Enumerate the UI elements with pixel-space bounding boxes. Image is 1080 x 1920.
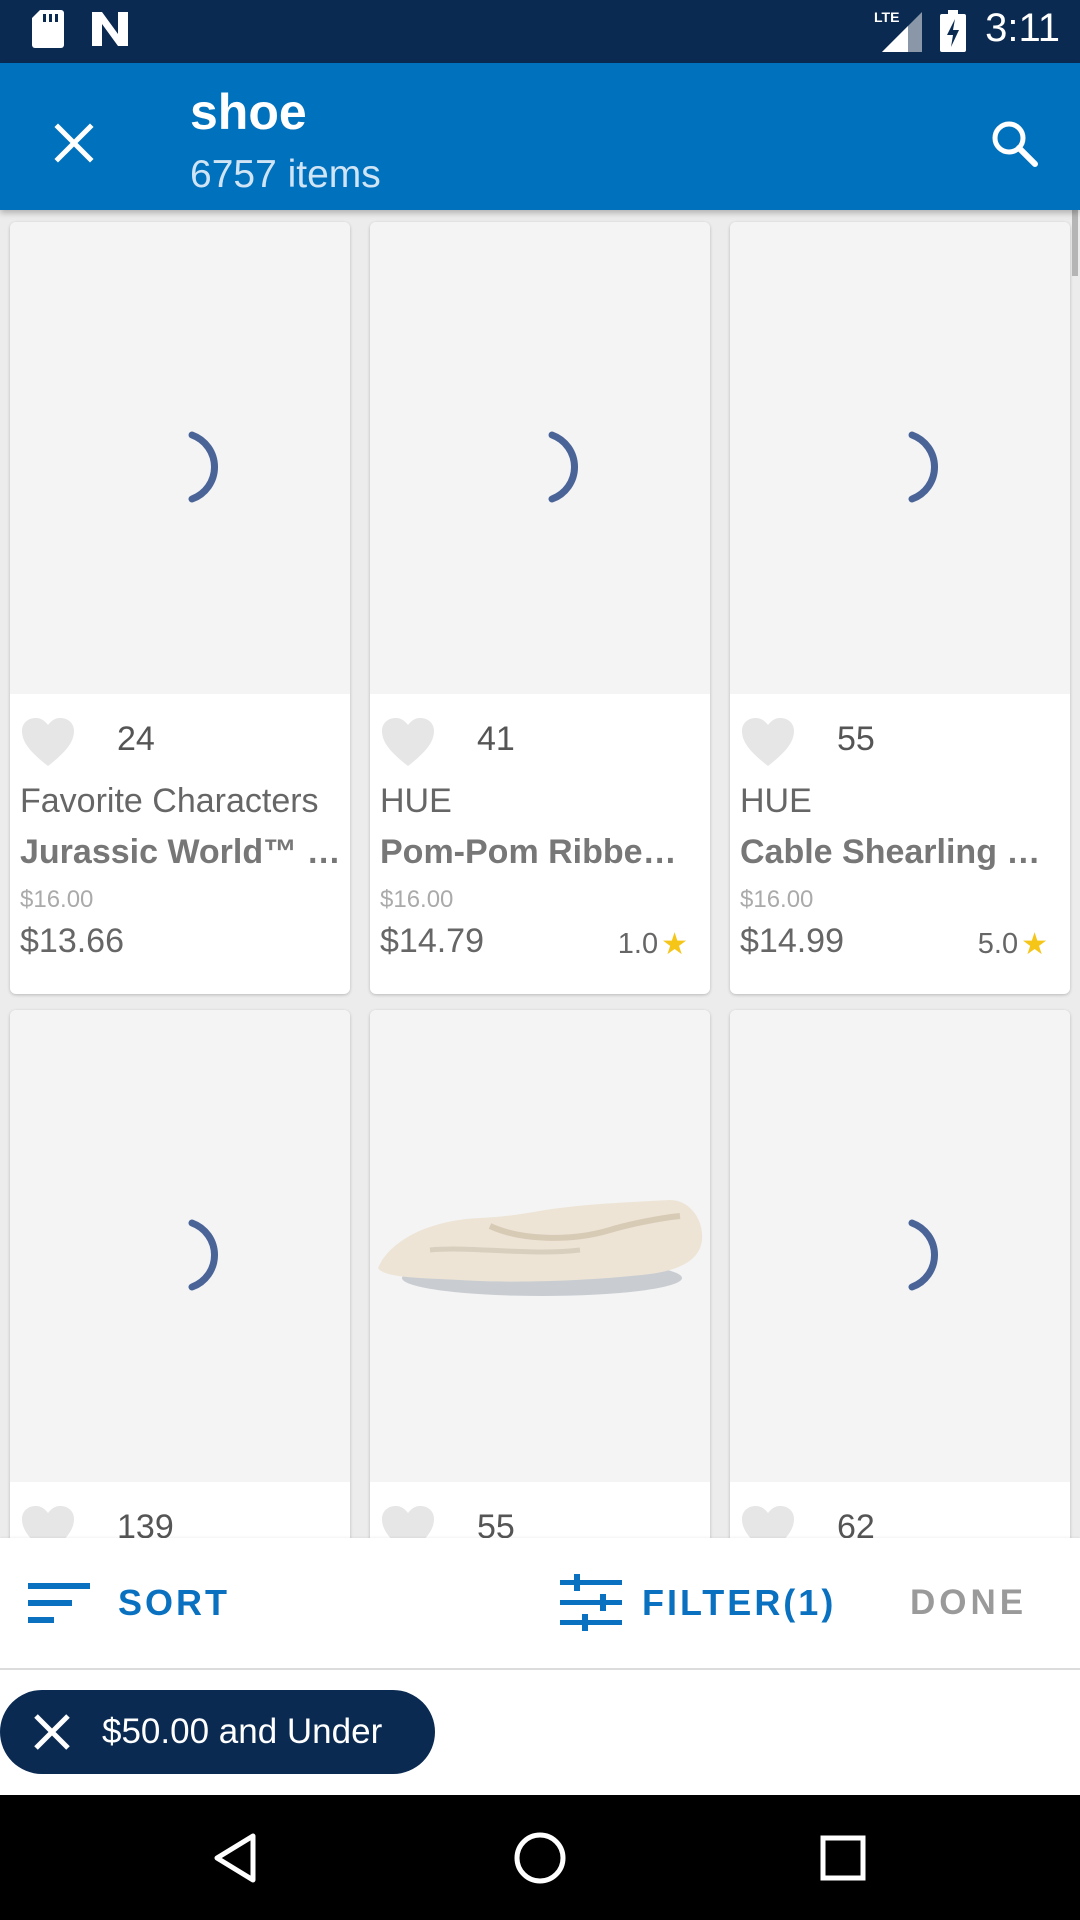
loading-spinner-icon [908, 431, 939, 503]
favorite-count: 55 [477, 1508, 515, 1538]
product-name: Pom-Pom Ribbe… [380, 833, 677, 871]
close-icon [54, 123, 94, 163]
product-image[interactable] [730, 222, 1070, 694]
star-icon: ★ [1021, 928, 1048, 961]
recents-icon [820, 1835, 866, 1881]
active-filters: $50.00 and Under [0, 1670, 1080, 1795]
original-price: $16.00 [20, 886, 94, 913]
clock: 3:11 [985, 6, 1060, 50]
home-icon [514, 1832, 566, 1884]
filter-sliders-icon [560, 1574, 622, 1631]
product-card[interactable]: 62 [730, 1010, 1070, 1538]
loading-spinner-icon [188, 431, 219, 503]
done-button[interactable]: DONE [910, 1538, 1027, 1668]
scrollbar[interactable] [1072, 210, 1078, 276]
sd-card-icon [32, 10, 64, 53]
sale-price: $14.99 [740, 922, 844, 960]
bottom-toolbar: SORT FILTER(1) DONE [0, 1538, 1080, 1670]
original-price: $16.00 [740, 886, 814, 913]
battery-charging-icon [940, 10, 966, 57]
n-notification-icon [90, 10, 130, 53]
favorite-row: 62 [740, 1500, 1060, 1538]
remove-filter-icon[interactable] [30, 1710, 74, 1754]
original-price: $16.00 [380, 886, 454, 913]
loading-spinner-icon [908, 1219, 939, 1291]
product-grid[interactable]: 24 Favorite Characters Jurassic World™ …… [0, 210, 1080, 1538]
product-name: Cable Shearling … [740, 833, 1041, 871]
system-nav-bar [0, 1795, 1080, 1920]
heart-icon[interactable] [380, 716, 436, 773]
close-button[interactable] [34, 103, 114, 183]
heart-icon[interactable] [380, 1504, 436, 1538]
filter-chip-label: $50.00 and Under [102, 1712, 383, 1751]
favorite-row: 41 [380, 712, 700, 772]
favorite-count: 24 [117, 720, 155, 758]
product-brand: HUE [740, 782, 812, 820]
product-image[interactable] [370, 222, 710, 694]
recents-button[interactable] [808, 1823, 878, 1893]
search-query-title: shoe [190, 84, 307, 140]
slipper-image [378, 1200, 703, 1296]
favorite-count: 139 [117, 1508, 174, 1538]
heart-icon[interactable] [740, 716, 796, 773]
sort-label: SORT [118, 1582, 231, 1623]
product-brand: HUE [380, 782, 452, 820]
product-card[interactable]: 55 [370, 1010, 710, 1538]
star-icon: ★ [661, 928, 688, 961]
filter-chip[interactable]: $50.00 and Under [0, 1690, 435, 1774]
lte-signal-icon: LTE [874, 8, 924, 57]
product-rating: 1.0 ★ [618, 927, 688, 962]
favorite-row: 55 [740, 712, 1060, 772]
rating-value: 1.0 [617, 928, 659, 960]
heart-icon[interactable] [740, 1504, 796, 1538]
sale-price: $14.79 [380, 922, 484, 960]
app-bar: shoe 6757 items [0, 63, 1080, 210]
product-image[interactable] [10, 222, 350, 694]
back-icon [214, 1833, 256, 1883]
favorite-count: 41 [477, 720, 515, 758]
product-card[interactable]: 55 HUE Cable Shearling … $16.00 $14.99 5… [730, 222, 1070, 994]
favorite-row: 24 [20, 712, 340, 772]
heart-icon[interactable] [20, 1504, 76, 1538]
sale-price: $13.66 [20, 922, 124, 960]
result-count: 6757 items [190, 153, 381, 196]
done-label: DONE [910, 1583, 1028, 1622]
home-button[interactable] [505, 1823, 575, 1893]
sort-button[interactable]: SORT [28, 1538, 230, 1668]
product-image[interactable] [10, 1010, 350, 1482]
product-rating: 5.0 ★ [978, 927, 1048, 962]
product-image[interactable] [730, 1010, 1070, 1482]
loading-spinner-icon [188, 1219, 219, 1291]
favorite-count: 55 [837, 720, 875, 758]
filter-button[interactable]: FILTER(1) [560, 1538, 836, 1668]
search-button[interactable] [974, 103, 1054, 183]
filter-label: FILTER(1) [642, 1582, 837, 1623]
product-name: Jurassic World™ … [20, 833, 341, 871]
product-card[interactable]: 139 [10, 1010, 350, 1538]
svg-text:LTE: LTE [874, 9, 899, 25]
back-button[interactable] [200, 1823, 270, 1893]
product-image[interactable] [370, 1010, 710, 1482]
search-icon [992, 121, 1038, 167]
product-card[interactable]: 24 Favorite Characters Jurassic World™ …… [10, 222, 350, 994]
status-bar: LTE 3:11 [0, 0, 1080, 63]
loading-spinner-icon [548, 431, 579, 503]
favorite-count: 62 [837, 1508, 875, 1538]
heart-icon[interactable] [20, 716, 76, 773]
favorite-row: 55 [380, 1500, 700, 1538]
sort-icon [28, 1583, 90, 1623]
product-card[interactable]: 41 HUE Pom-Pom Ribbe… $16.00 $14.79 1.0 … [370, 222, 710, 994]
favorite-row: 139 [20, 1500, 340, 1538]
rating-value: 5.0 [977, 928, 1019, 960]
product-brand: Favorite Characters [20, 782, 319, 820]
